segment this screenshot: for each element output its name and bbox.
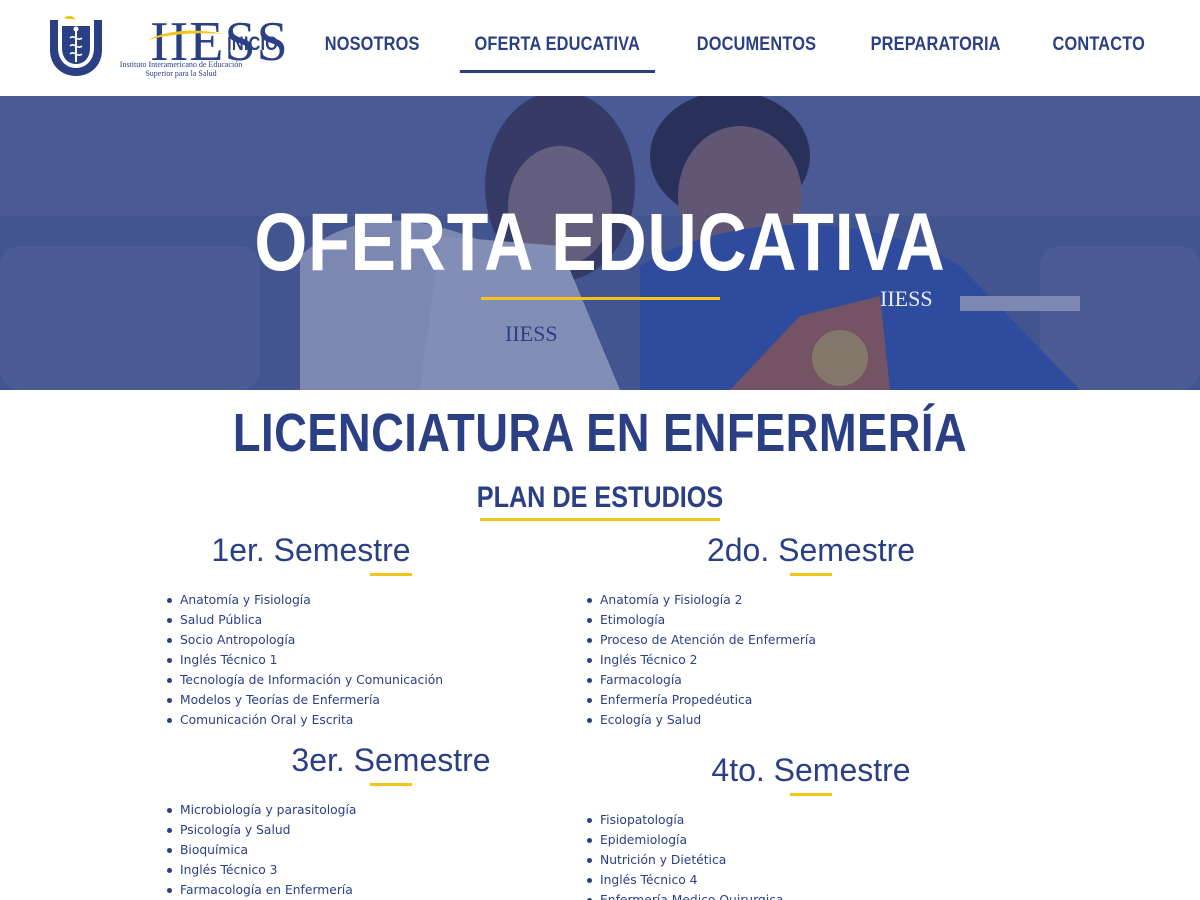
list-item: Anatomía y Fisiología — [164, 590, 584, 610]
list-item: Enfermería Propedéutica — [584, 690, 1004, 710]
list-item: Inglés Técnico 3 — [164, 860, 584, 880]
nav-inicio[interactable]: INICIO — [213, 26, 293, 72]
list-item: Psicología y Salud — [164, 820, 584, 840]
list-item: Inglés Técnico 4 — [584, 870, 1004, 890]
list-item: Inglés Técnico 2 — [584, 650, 1004, 670]
semester-1: 1er. Semestre Anatomía y Fisiología Salu… — [164, 530, 584, 730]
semester-4-underline — [790, 793, 832, 796]
list-item: Modelos y Teorías de Enfermería — [164, 690, 584, 710]
main-nav: INICIO NOSOTROS OFERTA EDUCATIVA DOCUMEN… — [206, 26, 1170, 73]
nav-oferta-educativa[interactable]: OFERTA EDUCATIVA — [459, 26, 655, 73]
semester-4: 4to. Semestre Fisiopatología Epidemiolog… — [584, 750, 1004, 900]
list-item: Epidemiología — [584, 830, 1004, 850]
site-header: IIESS Instituto Interamericano de Educac… — [0, 0, 1200, 96]
list-item: Inglés Técnico 1 — [164, 650, 584, 670]
semester-2-title: 2do. Semestre — [706, 532, 916, 568]
semester-3-title: 3er. Semestre — [291, 742, 491, 778]
nav-nosotros[interactable]: NOSOTROS — [310, 26, 434, 72]
semester-2-underline — [790, 573, 832, 576]
list-item: Fisiopatología — [584, 810, 1004, 830]
list-item: Anatomía y Fisiología 2 — [584, 590, 1004, 610]
nav-contacto[interactable]: CONTACTO — [1038, 26, 1160, 72]
list-item: Bioquímica — [164, 840, 584, 860]
list-item: Salud Pública — [164, 610, 584, 630]
list-item: Socio Antropología — [164, 630, 584, 650]
semester-4-list: Fisiopatología Epidemiología Nutrición y… — [584, 810, 1004, 900]
list-item: Enfermería Medico Quirurgica — [584, 890, 1004, 900]
list-item: Proceso de Atención de Enfermería — [584, 630, 1004, 650]
list-item: Nutrición y Dietética — [584, 850, 1004, 870]
semester-4-title: 4to. Semestre — [711, 752, 911, 788]
hero-banner: IIESS IIESS OFERTA EDUCATIVA — [0, 96, 1200, 390]
nav-preparatoria[interactable]: PREPARATORIA — [856, 26, 1015, 72]
hero-shirt-logo-left: IIESS — [505, 321, 558, 346]
nav-documentos[interactable]: DOCUMENTOS — [682, 26, 831, 72]
list-item: Ecología y Salud — [584, 710, 1004, 730]
logo-shield-icon — [50, 15, 102, 76]
semester-2-list: Anatomía y Fisiología 2 Etimología Proce… — [584, 590, 1004, 730]
hero-underline — [481, 297, 720, 300]
semester-1-title: 1er. Semestre — [211, 532, 411, 568]
list-item: Microbiología y parasitología — [164, 800, 584, 820]
list-item: Farmacología — [584, 670, 1004, 690]
semester-1-list: Anatomía y Fisiología Salud Pública Soci… — [164, 590, 584, 730]
semester-1-underline — [370, 573, 412, 576]
plan-underline — [480, 518, 720, 521]
semester-3: 3er. Semestre Microbiología y parasitolo… — [164, 740, 584, 900]
list-item: Farmacología en Enfermería — [164, 880, 584, 900]
semester-2: 2do. Semestre Anatomía y Fisiología 2 Et… — [584, 530, 1004, 730]
hero-title: OFERTA EDUCATIVA — [254, 197, 946, 288]
list-item: Comunicación Oral y Escrita — [164, 710, 584, 730]
list-item: Tecnología de Información y Comunicación — [164, 670, 584, 690]
semester-3-list: Microbiología y parasitología Psicología… — [164, 800, 584, 900]
list-item: Etimología — [584, 610, 1004, 630]
plan-title: PLAN DE ESTUDIOS — [476, 481, 724, 514]
page-title: LICENCIATURA EN ENFERMERÍA — [232, 403, 968, 463]
semester-3-underline — [370, 783, 412, 786]
